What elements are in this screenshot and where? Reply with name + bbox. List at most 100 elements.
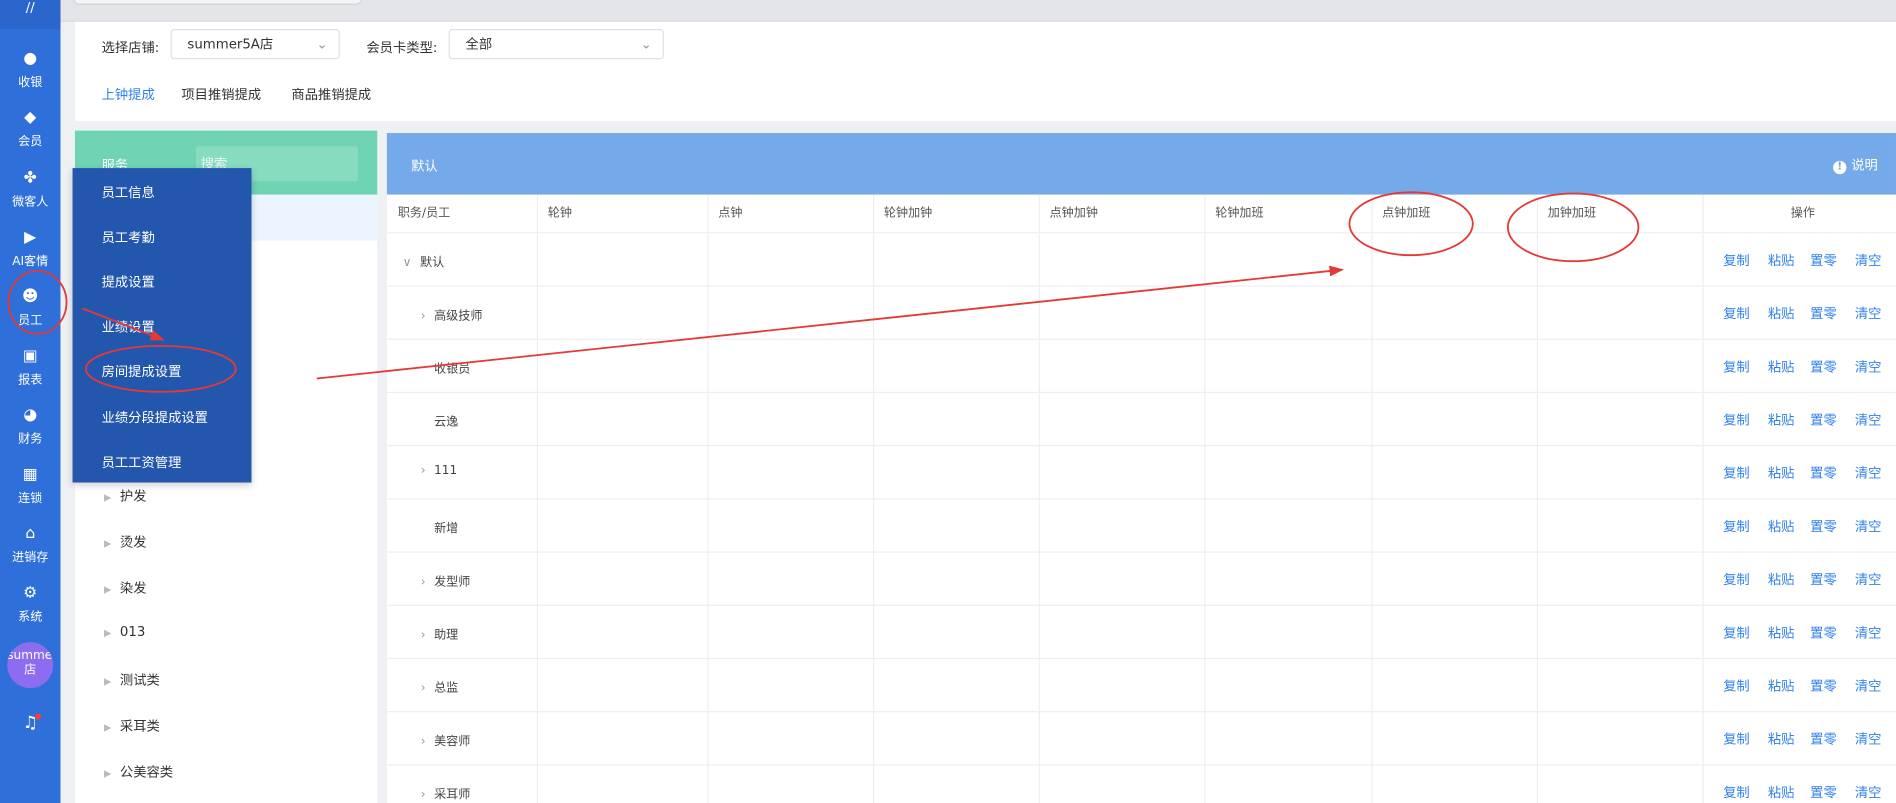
copy-button[interactable]: 复制 [1723,357,1750,376]
table-row-label[interactable]: ∨ 默认 [403,252,445,269]
chevron-right-icon[interactable]: › [421,735,426,748]
copy-button[interactable]: 复制 [1723,304,1750,323]
chevron-right-icon[interactable]: › [421,682,426,695]
chevron-right-icon[interactable]: › [421,310,426,323]
warehouse-icon: ⌂ [25,524,36,543]
paste-button[interactable]: 粘贴 [1768,623,1795,642]
category-item[interactable]: ▶ 染发 [104,578,147,597]
copy-button[interactable]: 复制 [1723,676,1750,695]
category-item[interactable]: ▶ 测试类 [104,670,160,689]
tab-project-sales-commission[interactable]: 项目推销提成 [181,85,261,104]
bell-icon[interactable]: ♫ [19,713,42,736]
chevron-right-icon[interactable]: › [421,464,426,477]
pie-chart-icon: ◕ [23,406,38,425]
zero-button[interactable]: 置零 [1810,250,1837,269]
zero-button[interactable]: 置零 [1810,304,1837,323]
clear-button[interactable]: 清空 [1855,463,1882,482]
clear-button[interactable]: 清空 [1855,676,1882,695]
zero-button[interactable]: 置零 [1810,623,1837,642]
zero-button[interactable]: 置零 [1810,676,1837,695]
sidebar-item-member[interactable]: ◆ 会员 [0,100,60,158]
table-row-label[interactable]: › 高级技师 [421,305,483,323]
table-row-text: 新增 [434,522,459,536]
menu-item-commission-settings[interactable]: 提成设置 [102,272,155,291]
zero-button[interactable]: 置零 [1810,729,1837,748]
paste-button[interactable]: 粘贴 [1768,570,1795,589]
menu-item-tiered-commission-settings[interactable]: 业绩分段提成设置 [102,408,208,427]
paste-button[interactable]: 粘贴 [1768,357,1795,376]
zero-button[interactable]: 置零 [1810,463,1837,482]
copy-button[interactable]: 复制 [1723,623,1750,642]
column-header-rotation-overtime: 轮钟加班 [1215,206,1264,221]
clear-button[interactable]: 清空 [1855,729,1882,748]
sidebar-item-inventory[interactable]: ⌂ 进销存 [0,516,60,574]
menu-item-staff-info[interactable]: 员工信息 [102,183,155,202]
clear-button[interactable]: 清空 [1855,782,1882,801]
sidebar-item-reports[interactable]: ▣ 报表 [0,339,60,397]
paste-button[interactable]: 粘贴 [1768,304,1795,323]
menu-item-staff-attendance[interactable]: 员工考勤 [102,227,155,246]
zero-button[interactable]: 置零 [1810,410,1837,429]
sidebar-item-ai[interactable]: ▶ AI客情 [0,220,60,278]
copy-button[interactable]: 复制 [1723,729,1750,748]
paste-button[interactable]: 粘贴 [1768,516,1795,535]
sidebar-item-staff[interactable]: ☻ 员工 [0,279,60,337]
category-item[interactable]: ▶ 采耳类 [104,716,160,735]
category-item[interactable]: ▶ 公美容类 [104,762,173,781]
clear-button[interactable]: 清空 [1855,516,1882,535]
clear-button[interactable]: 清空 [1855,250,1882,269]
copy-button[interactable]: 复制 [1723,782,1750,801]
clear-button[interactable]: 清空 [1855,570,1882,589]
chevron-down-icon[interactable]: ∨ [403,256,412,269]
copy-button[interactable]: 复制 [1723,463,1750,482]
table-row-label[interactable]: › 美容师 [421,730,471,748]
table-row-label[interactable]: › 发型师 [421,571,471,589]
paste-button[interactable]: 粘贴 [1768,782,1795,801]
card-type-select[interactable]: 全部 ⌄ [448,29,664,60]
category-item[interactable]: ▶ 烫发 [104,532,147,551]
paste-button[interactable]: 粘贴 [1768,729,1795,748]
sidebar-item-label: 报表 [18,373,43,387]
zero-button[interactable]: 置零 [1810,357,1837,376]
sidebar-item-finance[interactable]: ◕ 财务 [0,398,60,456]
chevron-down-icon: ⌄ [640,36,652,53]
copy-button[interactable]: 复制 [1723,516,1750,535]
table-row-label[interactable]: › 总监 [421,677,458,695]
zero-button[interactable]: 置零 [1810,782,1837,801]
tab-product-sales-commission[interactable]: 商品推销提成 [291,85,371,104]
copy-button[interactable]: 复制 [1723,570,1750,589]
copy-button[interactable]: 复制 [1723,410,1750,429]
table-row-label[interactable]: › 111 [421,464,457,477]
chevron-right-icon[interactable]: › [421,629,426,642]
table-row-label[interactable]: › 助理 [421,624,458,642]
store-select[interactable]: summer5A店 ⌄ [170,29,340,60]
menu-item-performance-settings[interactable]: 业绩设置 [102,317,155,336]
clear-button[interactable]: 清空 [1855,623,1882,642]
chevron-right-icon[interactable]: › [421,788,426,801]
clear-button[interactable]: 清空 [1855,410,1882,429]
staff-dropdown-menu [72,168,252,483]
paste-button[interactable]: 粘贴 [1768,463,1795,482]
clear-button[interactable]: 清空 [1855,357,1882,376]
help-button[interactable]: ! 说明 [1833,155,1878,175]
copy-button[interactable]: 复制 [1723,250,1750,269]
browser-tab[interactable] [72,0,363,5]
menu-item-room-commission-settings[interactable]: 房间提成设置 [102,362,182,381]
sidebar-item-wechat-customer[interactable]: ✤ 微客人 [0,161,60,219]
chevron-right-icon[interactable]: › [421,576,426,589]
tab-shangzhong-commission[interactable]: 上钟提成 [102,85,155,104]
paste-button[interactable]: 粘贴 [1768,676,1795,695]
menu-item-salary-management[interactable]: 员工工资管理 [102,452,182,471]
clear-button[interactable]: 清空 [1855,304,1882,323]
sidebar-item-cashier[interactable]: ● 收银 [0,41,60,99]
sidebar-item-chain[interactable]: ▦ 连锁 [0,457,60,515]
category-item[interactable]: ▶ 护发 [104,486,147,505]
table-row-label[interactable]: › 采耳师 [421,784,471,801]
avatar[interactable]: summer5A店 [7,642,54,689]
category-item[interactable]: ▶ 013 [104,624,145,640]
zero-button[interactable]: 置零 [1810,570,1837,589]
zero-button[interactable]: 置零 [1810,516,1837,535]
sidebar-item-system[interactable]: ⚙ 系统 [0,576,60,634]
paste-button[interactable]: 粘贴 [1768,410,1795,429]
paste-button[interactable]: 粘贴 [1768,250,1795,269]
